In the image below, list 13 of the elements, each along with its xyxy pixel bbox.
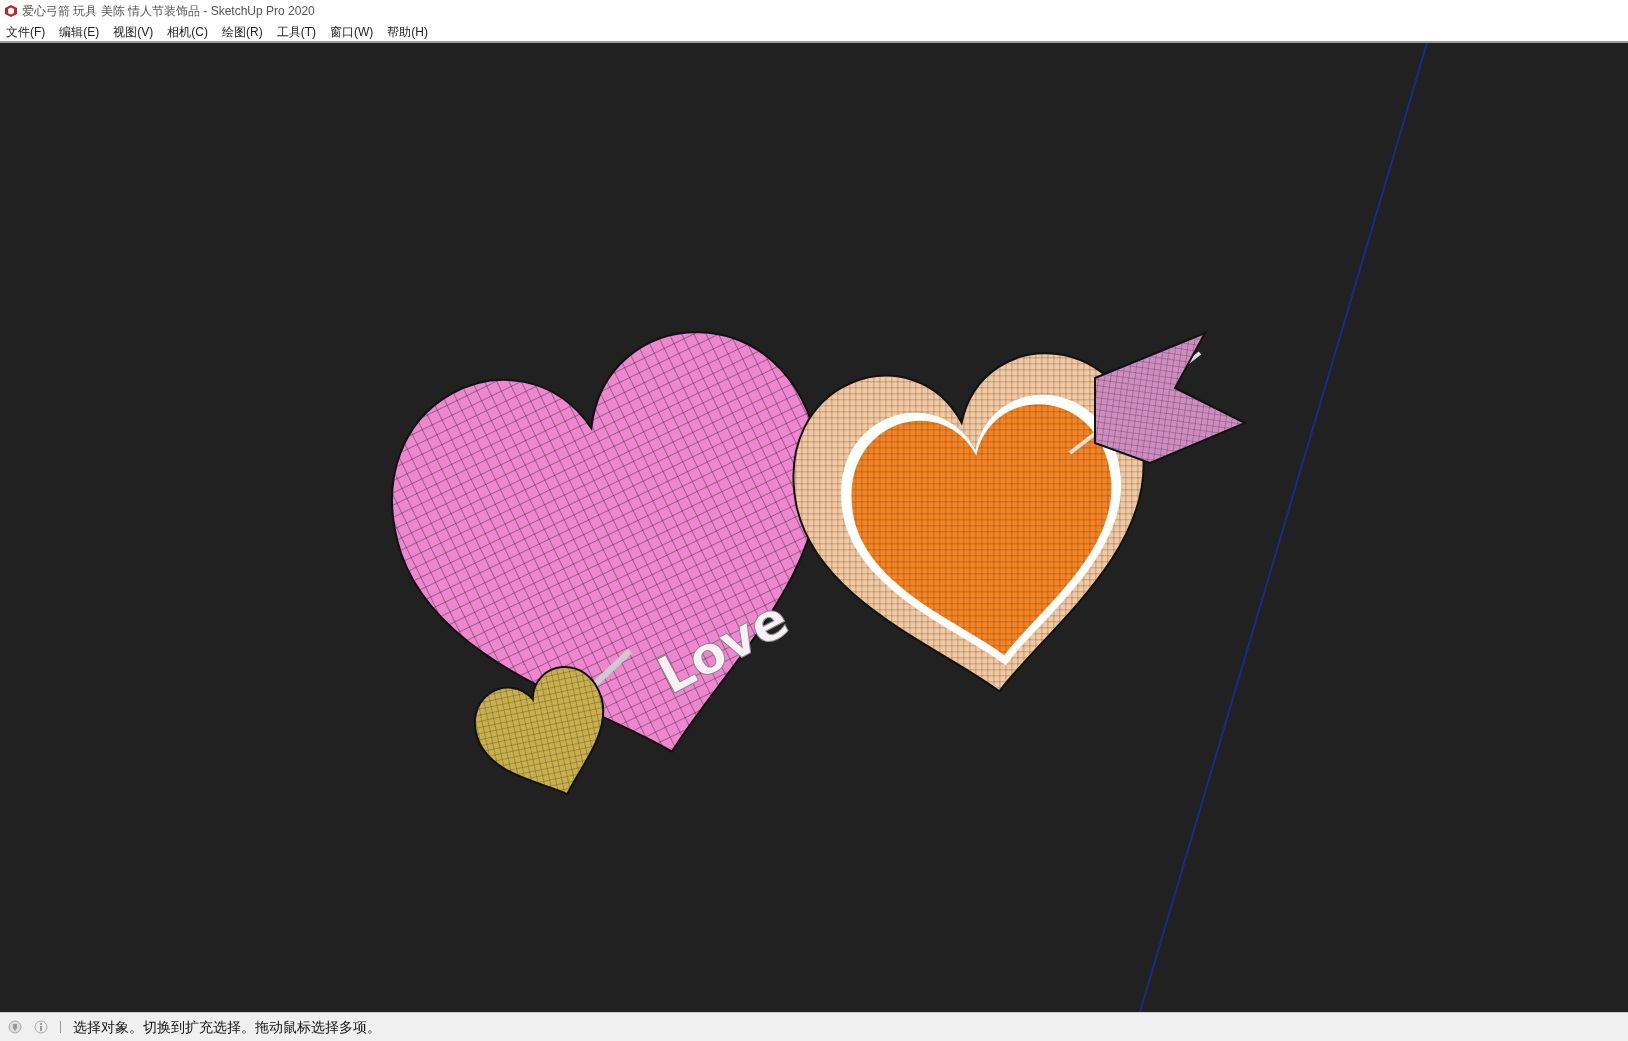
window-title: 爱心弓箭 玩具 美陈 情人节装饰品 - SketchUp Pro 2020 (22, 3, 315, 20)
info-icon[interactable] (34, 1020, 48, 1034)
menu-item[interactable]: 绘图(R) (222, 22, 263, 41)
menu-item[interactable]: 相机(C) (167, 22, 208, 41)
menu-item[interactable]: 帮助(H) (387, 22, 428, 41)
menu-item[interactable]: 视图(V) (113, 22, 154, 41)
status-message: 选择对象。切换到扩充选择。拖动鼠标选择多项。 (73, 1017, 381, 1037)
menu-item[interactable]: 工具(T) (276, 22, 316, 41)
menu-item[interactable]: 窗口(W) (330, 22, 374, 41)
heart-model-drawing: Love (392, 331, 1248, 796)
menu-item[interactable]: 文件(F) (6, 22, 46, 41)
geolocation-icon[interactable] (8, 1020, 22, 1034)
menu-item[interactable]: 编辑(E) (59, 22, 100, 41)
